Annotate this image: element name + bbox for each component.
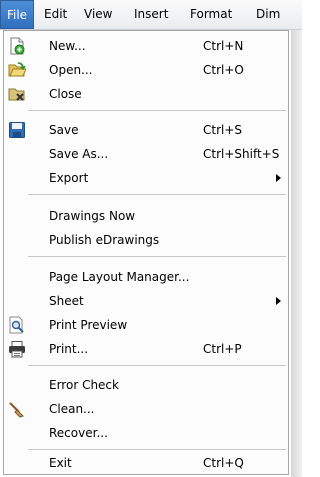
menu-item-label: Publish eDrawings [49,233,160,247]
menu-item-close[interactable]: Close [4,82,288,106]
menu-separator [28,256,286,257]
menu-item-new[interactable]: New... Ctrl+N [4,34,288,58]
menu-item-label: New... [49,39,86,53]
menu-item-shortcut: Ctrl+S [203,123,243,137]
submenu-arrow-icon [276,174,281,182]
menu-item-drawings-now[interactable]: Drawings Now [4,204,288,228]
menu-item-label: Drawings Now [49,209,136,223]
menu-item-recover[interactable]: Recover... [4,421,288,445]
menu-item-label: Clean... [49,402,95,416]
menu-item-label: Exit [49,456,72,470]
menu-item-label: Error Check [49,378,119,392]
open-folder-icon [8,62,26,77]
menu-item-shortcut: Ctrl+N [203,39,244,53]
background-window-edge [291,30,302,477]
menu-bar: File Edit View Insert Format Dim [0,0,302,30]
broom-icon [9,402,24,418]
menu-item-error-check[interactable]: Error Check [4,373,288,397]
menu-item-label: Export [49,171,89,185]
printer-icon [9,341,25,358]
menu-item-label: Sheet [49,294,84,308]
new-document-icon [10,37,25,55]
menu-item-shortcut: Ctrl+Q [203,456,244,470]
menu-item-clean[interactable]: Clean... [4,397,288,421]
menu-edit[interactable]: Edit [44,0,74,29]
menu-item-publish-edrawings[interactable]: Publish eDrawings [4,228,288,252]
menu-item-print[interactable]: Print... Ctrl+P [4,337,288,361]
close-document-icon [8,88,25,101]
floppy-disk-icon [9,122,25,138]
menu-separator [28,449,286,450]
menu-separator [28,365,286,366]
menu-item-sheet[interactable]: Sheet [4,289,288,313]
menu-item-label: Save As... [49,147,109,161]
menu-item-open[interactable]: Open... Ctrl+O [4,58,288,82]
menu-item-label: Print... [49,342,89,356]
menu-dim[interactable]: Dim [256,0,302,29]
menu-item-label: Open... [49,63,93,77]
menu-format[interactable]: Format [190,0,246,29]
menu-item-label: Page Layout Manager... [49,270,190,284]
menu-item-page-layout-manager[interactable]: Page Layout Manager... [4,265,288,289]
menu-separator [28,110,286,111]
menu-item-label: Save [49,123,79,137]
menu-item-shortcut: Ctrl+Shift+S [203,147,280,161]
menu-item-shortcut: Ctrl+P [203,342,242,356]
menu-insert[interactable]: Insert [134,0,180,29]
menu-item-label: Recover... [49,426,108,440]
magnifier-icon [9,316,24,334]
menu-item-shortcut: Ctrl+O [203,63,244,77]
menu-file[interactable]: File [0,0,34,29]
menu-item-label: Print Preview [49,318,128,332]
menu-item-print-preview[interactable]: Print Preview [4,313,288,337]
menu-item-save[interactable]: Save Ctrl+S [4,118,288,142]
menu-item-exit[interactable]: Exit Ctrl+Q [4,451,288,475]
file-menu-dropdown: New... Ctrl+N Open... Ctrl+O Close Save … [3,30,289,475]
menu-view[interactable]: View [84,0,124,29]
submenu-arrow-icon [276,297,281,305]
menu-separator [28,194,286,195]
menu-item-save-as[interactable]: Save As... Ctrl+Shift+S [4,142,288,166]
menu-item-label: Close [49,87,82,101]
menu-item-export[interactable]: Export [4,166,288,190]
